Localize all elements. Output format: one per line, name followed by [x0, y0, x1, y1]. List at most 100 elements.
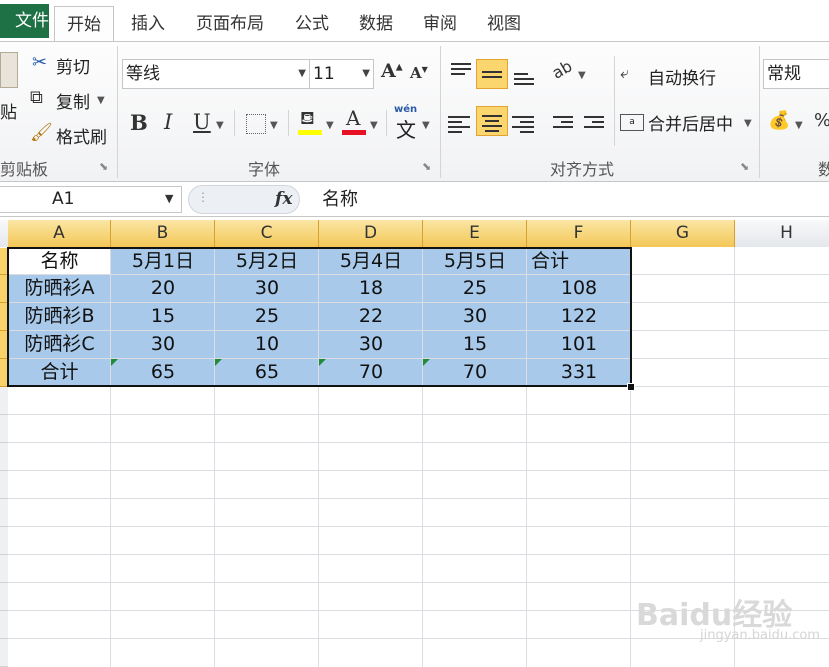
- borders-icon[interactable]: [246, 114, 266, 134]
- grip-icon[interactable]: ⋮: [197, 190, 209, 204]
- tab-insert[interactable]: 插入: [128, 8, 168, 40]
- font-size-combo[interactable]: 11 ▼: [309, 59, 374, 89]
- align-left-icon[interactable]: [448, 113, 470, 136]
- wrap-text-button[interactable]: ⤶ 自动换行: [620, 62, 730, 90]
- percent-icon[interactable]: %: [814, 110, 829, 131]
- italic-button[interactable]: I: [164, 110, 172, 134]
- formula-bar: A1 ▼ ⋮ fx 名称: [0, 183, 829, 217]
- column-header-c[interactable]: C: [215, 220, 319, 247]
- paste-label: 贴: [0, 103, 17, 123]
- tab-formulas[interactable]: 公式: [292, 8, 332, 40]
- cut-button[interactable]: ✂ 剪切: [30, 52, 100, 78]
- watermark-url: jingyan.baidu.com: [700, 628, 820, 643]
- phonetic-guide-button[interactable]: wén 文 ▼: [392, 104, 432, 142]
- chevron-down-icon: ▼: [370, 120, 378, 131]
- row-header[interactable]: [0, 639, 8, 667]
- phonetic-char-icon: 文: [396, 118, 416, 142]
- chevron-down-icon: ▼: [744, 118, 752, 129]
- row-header[interactable]: [0, 527, 8, 555]
- chevron-down-icon[interactable]: ▼: [165, 192, 173, 205]
- name-box[interactable]: A1: [0, 186, 182, 213]
- row-header[interactable]: [0, 443, 8, 471]
- increase-font-icon[interactable]: A▲: [381, 60, 403, 82]
- align-center-button[interactable]: [476, 106, 508, 136]
- column-header-h[interactable]: H: [735, 220, 829, 247]
- separator: [234, 110, 235, 136]
- align-center-icon: [482, 112, 502, 135]
- font-launcher-icon[interactable]: ⬊: [422, 160, 431, 173]
- row-header[interactable]: [0, 555, 8, 583]
- tab-page-layout[interactable]: 页面布局: [192, 8, 268, 40]
- insert-function-button[interactable]: fx: [275, 189, 292, 209]
- paste-button[interactable]: 贴: [0, 48, 22, 128]
- copy-button[interactable]: ⧉ 复制 ▼: [30, 87, 110, 113]
- fill-color-button[interactable]: ⛾ ▼: [298, 108, 338, 138]
- clipboard-icon: [0, 52, 18, 88]
- merge-center-label: 合并后居中: [648, 115, 733, 135]
- currency-format-icon[interactable]: 💰: [768, 110, 790, 131]
- wrap-text-icon: ⤶: [620, 63, 629, 82]
- chevron-down-icon[interactable]: ▼: [270, 120, 278, 131]
- row-header[interactable]: [0, 611, 8, 639]
- cut-label: 剪切: [56, 58, 90, 78]
- chevron-down-icon: ▼: [97, 95, 105, 106]
- gridline-horizontal: [8, 582, 829, 583]
- fill-handle[interactable]: [627, 383, 635, 391]
- column-header-d[interactable]: D: [319, 220, 423, 247]
- tab-view[interactable]: 视图: [484, 8, 524, 40]
- column-header-f[interactable]: F: [527, 220, 631, 247]
- orientation-icon[interactable]: ab: [549, 56, 576, 82]
- separator: [386, 110, 387, 136]
- wrap-text-label: 自动换行: [648, 69, 716, 89]
- chevron-down-icon: ▼: [422, 120, 430, 131]
- column-header-b[interactable]: B: [111, 220, 215, 247]
- scissors-icon: ✂: [32, 52, 48, 73]
- row-header[interactable]: [0, 471, 8, 499]
- font-color-icon: A: [346, 106, 361, 130]
- format-painter-button[interactable]: 🖌 格式刷: [30, 122, 114, 148]
- tab-file[interactable]: 文件: [0, 4, 49, 38]
- separator: [288, 110, 289, 136]
- alignment-launcher-icon[interactable]: ⬊: [740, 160, 749, 173]
- clipboard-launcher-icon[interactable]: ⬊: [99, 160, 108, 173]
- row-header[interactable]: [0, 387, 8, 415]
- gridline-horizontal: [8, 470, 829, 471]
- tab-review[interactable]: 审阅: [420, 8, 460, 40]
- format-painter-label: 格式刷: [56, 128, 107, 148]
- row-header[interactable]: [0, 583, 8, 611]
- formula-input[interactable]: 名称: [322, 185, 358, 214]
- copy-label: 复制: [56, 93, 90, 113]
- number-format-combo[interactable]: 常规: [763, 59, 829, 89]
- group-divider: [440, 46, 441, 178]
- column-header-g[interactable]: G: [631, 220, 735, 247]
- select-all-corner[interactable]: [0, 220, 8, 247]
- align-top-icon[interactable]: [451, 60, 471, 78]
- increase-indent-icon[interactable]: [584, 113, 604, 131]
- font-color-swatch: [342, 130, 366, 135]
- chevron-down-icon[interactable]: ▼: [216, 120, 224, 131]
- row-header[interactable]: [0, 415, 8, 443]
- chevron-down-icon: ▼: [362, 68, 370, 79]
- gridline-horizontal: [8, 414, 829, 415]
- align-right-icon[interactable]: [512, 113, 534, 136]
- clipboard-group-label: 剪贴板: [0, 160, 49, 179]
- chevron-down-icon[interactable]: ▼: [795, 120, 803, 131]
- align-bottom-icon[interactable]: [514, 70, 534, 88]
- font-name-combo[interactable]: 等线 ▼: [122, 59, 310, 89]
- bold-button[interactable]: B: [130, 110, 148, 135]
- font-color-button[interactable]: A ▼: [342, 106, 382, 138]
- number-group-label: 数: [818, 160, 829, 179]
- merge-center-button[interactable]: a 合并后居中 ▼: [620, 108, 754, 136]
- underline-button[interactable]: U: [193, 110, 211, 134]
- chevron-down-icon: ▼: [326, 120, 334, 131]
- selection-border: [7, 247, 632, 387]
- chevron-down-icon[interactable]: ▼: [578, 70, 586, 81]
- decrease-font-icon[interactable]: A▼: [410, 64, 428, 82]
- column-header-e[interactable]: E: [423, 220, 527, 247]
- decrease-indent-icon[interactable]: [553, 113, 573, 131]
- row-header[interactable]: [0, 499, 8, 527]
- align-middle-button[interactable]: [476, 59, 508, 89]
- tab-home[interactable]: 开始: [54, 6, 114, 42]
- column-header-a[interactable]: A: [8, 220, 111, 247]
- tab-data[interactable]: 数据: [356, 8, 396, 40]
